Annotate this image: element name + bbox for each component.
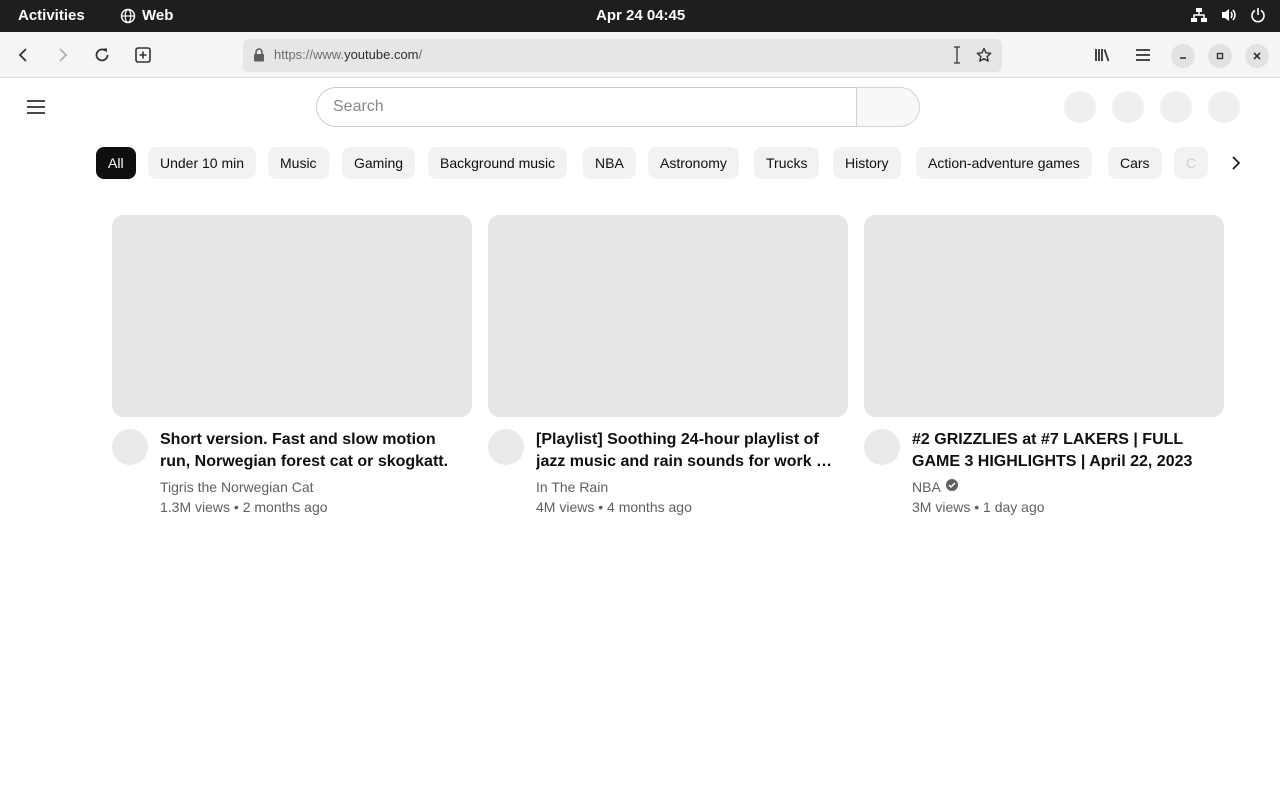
chip-gaming[interactable]: Gaming: [342, 147, 416, 179]
arrow-right-icon: [59, 48, 68, 62]
app-name: Web: [142, 7, 174, 24]
search-box[interactable]: [316, 87, 857, 127]
verified-badge-icon: [945, 477, 959, 497]
video-thumbnail[interactable]: [112, 215, 472, 417]
main-menu-button[interactable]: [1129, 41, 1157, 69]
hamburger-menu-icon: [1136, 49, 1150, 61]
chip-action-adventure-games[interactable]: Action-adventure games: [916, 147, 1092, 179]
chip-astronomy[interactable]: Astronomy: [648, 147, 739, 179]
bookmark-star-icon[interactable]: [976, 47, 992, 68]
url-prefix: https://www.: [274, 47, 345, 62]
video-title[interactable]: #2 GRIZZLIES at #7 LAKERS | FULL GAME 3 …: [912, 429, 1212, 473]
video-card[interactable]: Short version. Fast and slow motion run,…: [112, 215, 472, 515]
chip-all[interactable]: All: [96, 147, 136, 179]
video-title[interactable]: Short version. Fast and slow motion run,…: [160, 429, 460, 473]
forward-button[interactable]: [48, 41, 76, 69]
activities-button[interactable]: Activities: [18, 7, 85, 24]
system-tray[interactable]: [1190, 7, 1266, 23]
hamburger-menu-icon: [27, 100, 45, 114]
channel-avatar[interactable]: [864, 429, 900, 465]
chip-cars[interactable]: Cars: [1108, 147, 1162, 179]
search-button[interactable]: [856, 87, 920, 127]
text-cursor-icon: [953, 46, 961, 69]
skeleton-apps-button[interactable]: [1112, 91, 1144, 123]
video-meta: [Playlist] Soothing 24-hour playlist of …: [536, 429, 836, 517]
library-icon: [1095, 49, 1110, 62]
video-stats: 3M views • 1 day ago: [912, 499, 1045, 515]
chip-under-10-min[interactable]: Under 10 min: [148, 147, 257, 179]
close-icon: [1253, 52, 1261, 60]
search-input[interactable]: [333, 98, 833, 116]
globe-icon: [120, 8, 136, 24]
library-button[interactable]: [1089, 41, 1117, 69]
back-button[interactable]: [10, 41, 38, 69]
youtube-page: All Under 10 min Music Gaming Background…: [0, 79, 1280, 800]
power-icon[interactable]: [1250, 7, 1266, 23]
url-host: youtube.com: [344, 47, 419, 62]
channel-name-row: In The Rain: [536, 477, 836, 497]
video-title[interactable]: [Playlist] Soothing 24-hour playlist of …: [536, 429, 836, 473]
channel-name-row: Tigris the Norwegian Cat: [160, 477, 460, 497]
channel-name[interactable]: Tigris the Norwegian Cat: [160, 477, 314, 497]
channel-name[interactable]: In The Rain: [536, 477, 608, 497]
video-card[interactable]: [Playlist] Soothing 24-hour playlist of …: [488, 215, 848, 515]
address-bar[interactable]: https://www.youtube.com/: [243, 39, 1002, 72]
browser-header-bar: https://www.youtube.com/: [0, 32, 1280, 78]
volume-icon[interactable]: [1220, 7, 1238, 23]
chevron-right-icon: [1232, 156, 1241, 170]
arrow-left-icon: [18, 48, 27, 62]
close-button[interactable]: [1245, 44, 1269, 68]
video-thumbnail[interactable]: [864, 215, 1224, 417]
clock[interactable]: Apr 24 04:45: [596, 7, 685, 24]
filter-chip-bar: All Under 10 min Music Gaming Background…: [96, 147, 1216, 179]
maximize-button[interactable]: [1208, 44, 1232, 68]
chips-next-button[interactable]: [1224, 151, 1248, 175]
app-menu[interactable]: Web: [120, 7, 173, 24]
video-meta: #2 GRIZZLIES at #7 LAKERS | FULL GAME 3 …: [912, 429, 1212, 517]
new-tab-icon: [135, 47, 151, 63]
chip-truncated[interactable]: C: [1174, 147, 1209, 179]
video-meta: Short version. Fast and slow motion run,…: [160, 429, 460, 517]
video-stats: 4M views • 4 months ago: [536, 499, 692, 515]
chip-history[interactable]: History: [833, 147, 901, 179]
channel-avatar[interactable]: [488, 429, 524, 465]
reload-icon: [95, 48, 109, 62]
new-tab-button[interactable]: [129, 41, 157, 69]
minimize-button[interactable]: [1171, 44, 1195, 68]
chip-background-music[interactable]: Background music: [428, 147, 568, 179]
video-stats: 1.3M views • 2 months ago: [160, 499, 328, 515]
system-top-bar: Activities Web Apr 24 04:45: [0, 0, 1280, 32]
chip-music[interactable]: Music: [268, 147, 329, 179]
reload-button[interactable]: [88, 41, 116, 69]
lock-icon[interactable]: [253, 48, 265, 67]
skeleton-create-button[interactable]: [1064, 91, 1096, 123]
minimize-icon: [1180, 57, 1186, 59]
guide-menu-button[interactable]: [26, 99, 46, 120]
channel-avatar[interactable]: [112, 429, 148, 465]
video-card[interactable]: #2 GRIZZLIES at #7 LAKERS | FULL GAME 3 …: [864, 215, 1224, 515]
chip-nba[interactable]: NBA: [583, 147, 636, 179]
channel-name[interactable]: NBA: [912, 477, 941, 497]
skeleton-avatar[interactable]: [1208, 91, 1240, 123]
maximize-icon: [1216, 52, 1224, 60]
url-suffix: /: [418, 47, 423, 62]
chip-trucks[interactable]: Trucks: [754, 147, 820, 179]
channel-name-row: NBA: [912, 477, 1212, 497]
video-thumbnail[interactable]: [488, 215, 848, 417]
skeleton-notifications-button[interactable]: [1160, 91, 1192, 123]
network-icon[interactable]: [1190, 7, 1208, 23]
address-text[interactable]: https://www.youtube.com/: [274, 47, 422, 62]
